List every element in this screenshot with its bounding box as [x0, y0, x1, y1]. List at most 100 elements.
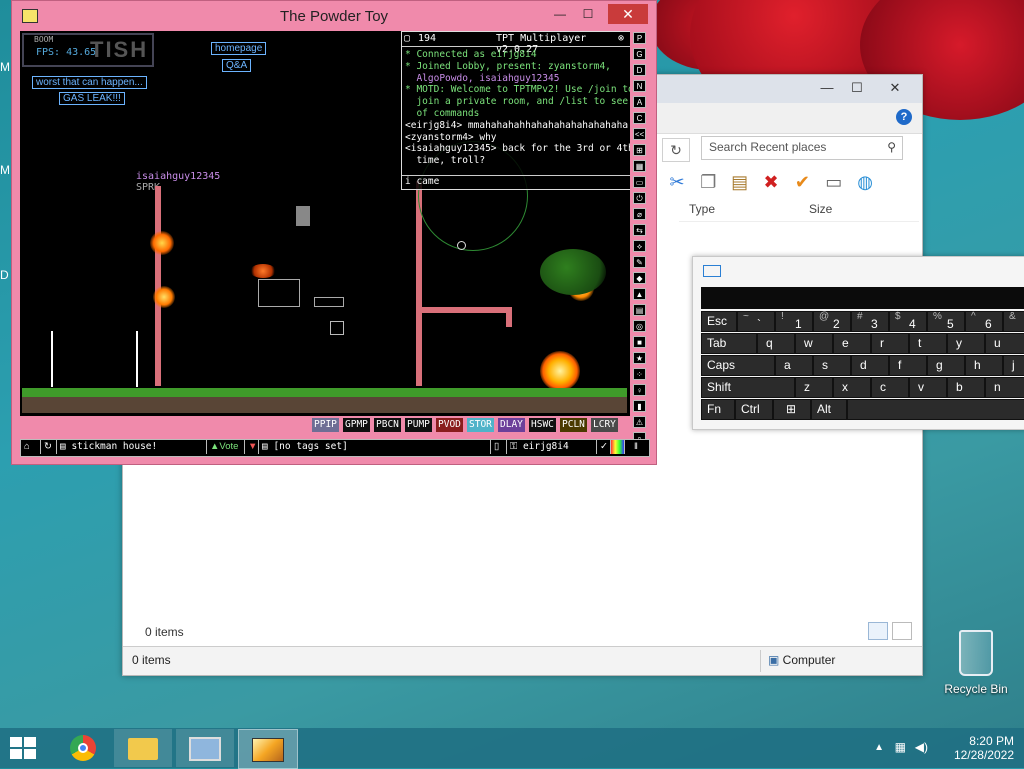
key-3[interactable]: #3 [851, 311, 889, 332]
desktop-icon-label[interactable]: M [0, 60, 10, 74]
sidebar-button[interactable]: ◆ [633, 272, 646, 284]
start-button[interactable] [10, 737, 38, 759]
large-icons-view-button[interactable] [892, 622, 912, 640]
key-1[interactable]: ! 1 [775, 311, 813, 332]
render-options-icon[interactable] [611, 440, 625, 454]
element-button[interactable]: HSWC [529, 418, 556, 432]
sidebar-button[interactable]: ⁘ [633, 368, 646, 380]
volume-icon[interactable]: ◀) [915, 740, 928, 754]
details-view-button[interactable] [868, 622, 888, 640]
powder-toy-titlebar[interactable]: The Powder Toy — ☐ ✕ [12, 1, 656, 31]
element-button[interactable]: PPIP [312, 418, 339, 432]
sidebar-button[interactable]: D [633, 64, 646, 76]
sidebar-button[interactable]: ▤ [633, 304, 646, 316]
tags-button[interactable]: ▤ [no tags set] [259, 440, 491, 454]
key-u[interactable]: u [985, 333, 1024, 354]
checkmark-icon[interactable]: ✔ [791, 171, 813, 193]
sidebar-button[interactable]: ▭ [633, 176, 646, 188]
copy-icon[interactable]: ❐ [697, 171, 719, 193]
sidebar-button[interactable]: P [633, 32, 646, 44]
key-e[interactable]: e [833, 333, 871, 354]
key-tab[interactable]: Tab [701, 333, 757, 354]
help-icon[interactable]: ? [896, 109, 912, 125]
desktop-icon-label[interactable]: D [0, 268, 9, 282]
sidebar-button[interactable]: G [633, 48, 646, 60]
maximize-button[interactable]: ☐ [843, 79, 871, 97]
key-space[interactable] [847, 399, 1024, 420]
key-esc[interactable]: Esc [701, 311, 737, 332]
clock-time[interactable]: 8:20 PM [954, 734, 1014, 748]
minimize-button[interactable]: — [546, 4, 574, 24]
key-d[interactable]: d [851, 355, 889, 376]
user-button[interactable]: ⚿ eirjg8i4 [507, 440, 597, 454]
sign-homepage[interactable]: homepage [211, 42, 267, 55]
key-2[interactable]: @2 [813, 311, 851, 332]
key-6[interactable]: ^ 6 [965, 311, 1003, 332]
key-n[interactable]: n [985, 377, 1024, 398]
search-input[interactable]: Search Recent places ⚲ [701, 136, 903, 160]
column-size[interactable]: Size [809, 202, 832, 216]
sidebar-button[interactable]: C [633, 112, 646, 124]
sidebar-button[interactable]: << [633, 128, 646, 140]
minimize-button[interactable]: — [813, 79, 841, 97]
key-b[interactable]: b [947, 377, 985, 398]
element-button[interactable]: PCLN [560, 418, 587, 432]
sidebar-button[interactable]: N [633, 80, 646, 92]
sidebar-button[interactable]: ⟡ [633, 240, 646, 252]
close-button[interactable]: ✕ [875, 79, 915, 97]
sidebar-button[interactable]: ◎ [633, 320, 646, 332]
desktop-icon-label[interactable]: M [0, 163, 10, 177]
sidebar-button[interactable]: ♀ [633, 384, 646, 396]
sidebar-button[interactable]: ⊞ [633, 144, 646, 156]
key-windows[interactable]: ⊞ [773, 399, 811, 420]
key-y[interactable]: y [947, 333, 985, 354]
close-button[interactable]: ✕ [608, 4, 648, 24]
key-r[interactable]: r [871, 333, 909, 354]
element-button[interactable]: PVOD [436, 418, 463, 432]
key-shift[interactable]: Shift [701, 377, 795, 398]
key-5[interactable]: % 5 [927, 311, 965, 332]
keyboard-text-area[interactable] [701, 287, 1024, 309]
settings-icon[interactable]: ✓ [597, 440, 611, 454]
sidebar-button[interactable]: ▦ [633, 160, 646, 172]
refresh-button[interactable]: ↻ [662, 138, 690, 162]
new-save-icon[interactable]: ▯ [491, 440, 507, 454]
vote-down-button[interactable]: ▼ [245, 440, 259, 454]
key-g[interactable]: g [927, 355, 965, 376]
key-z[interactable]: z [795, 377, 833, 398]
sidebar-button[interactable]: ⏻ [633, 192, 646, 204]
powder-toy-taskbar-button[interactable] [238, 729, 298, 769]
key-f[interactable]: f [889, 355, 927, 376]
network-icon[interactable]: ▦ [895, 740, 906, 754]
save-name-button[interactable]: ▤ stickman house! [57, 440, 207, 454]
show-hidden-icons[interactable]: ▲ [874, 742, 884, 753]
key-backtick[interactable]: ~ ` [737, 311, 775, 332]
key-ctrl[interactable]: Ctrl [735, 399, 773, 420]
sidebar-button[interactable]: ⚠ [633, 416, 646, 428]
simulation-canvas[interactable]: BOOM FPS: 43.65 TISH homepage Q&A worst … [20, 31, 630, 416]
reload-icon[interactable]: ↻ [41, 440, 57, 454]
chat-close-icon[interactable]: ⊗ [618, 33, 624, 44]
key-7[interactable]: & [1003, 311, 1024, 332]
key-w[interactable]: w [795, 333, 833, 354]
maximize-button[interactable]: ☐ [574, 4, 602, 24]
recycle-bin[interactable]: Recycle Bin [944, 630, 1008, 696]
clock-date[interactable]: 12/28/2022 [954, 748, 1014, 762]
globe-icon[interactable]: ◍ [854, 171, 876, 193]
paste-icon[interactable]: ▤ [729, 171, 751, 193]
vote-up-button[interactable]: ▲Vote [207, 440, 245, 454]
key-x[interactable]: x [833, 377, 871, 398]
sidebar-button[interactable]: ■ [633, 336, 646, 348]
key-q[interactable]: q [757, 333, 795, 354]
sidebar-button[interactable]: ★ [633, 352, 646, 364]
key-t[interactable]: t [909, 333, 947, 354]
sidebar-button[interactable]: ⌀ [633, 208, 646, 220]
pause-icon[interactable]: ‖ [631, 440, 645, 454]
element-button[interactable]: PUMP [405, 418, 432, 432]
element-button[interactable]: LCRY [591, 418, 618, 432]
key-fn[interactable]: Fn [701, 399, 735, 420]
key-j[interactable]: j [1003, 355, 1024, 376]
sidebar-button[interactable]: ⇆ [633, 224, 646, 236]
key-a[interactable]: a [775, 355, 813, 376]
sidebar-button[interactable]: A [633, 96, 646, 108]
